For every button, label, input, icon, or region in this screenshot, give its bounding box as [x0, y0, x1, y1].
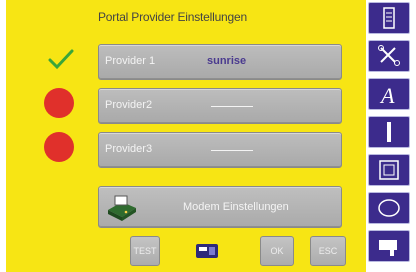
modem-icon [108, 195, 136, 221]
provider-3-button[interactable]: Provider3 [98, 132, 342, 168]
sidebar-item-scissors[interactable] [368, 40, 410, 72]
svg-text:A: A [379, 83, 395, 106]
ok-button[interactable]: OK [260, 236, 294, 266]
modem-settings-label: Modem Einstellungen [183, 201, 289, 213]
sidebar-item-file[interactable] [368, 2, 410, 34]
sidebar-item-text[interactable]: A [368, 78, 410, 110]
provider-2-value [211, 106, 253, 107]
stitch-icon [387, 122, 391, 142]
sidebar-item-frame[interactable] [368, 154, 410, 186]
esc-button[interactable]: ESC [310, 236, 346, 266]
oval-icon [378, 199, 400, 217]
provider-1-label: Provider 1 [105, 55, 156, 67]
sewing-machine-icon[interactable] [194, 240, 220, 262]
status-dot-provider-2 [44, 88, 74, 118]
flag-icon [379, 240, 397, 256]
check-icon [48, 49, 74, 70]
sidebar-item-stitch[interactable] [368, 116, 410, 148]
provider-3-value [211, 150, 253, 151]
screen: Portal Provider Einstellungen Provider 1… [6, 0, 366, 272]
letter-a-icon: A [379, 83, 395, 106]
test-button[interactable]: TEST [130, 236, 160, 266]
provider-3-label: Provider3 [105, 143, 153, 155]
provider-2-button[interactable]: Provider2 [98, 88, 342, 124]
sidebar-item-hoop[interactable] [368, 192, 410, 224]
modem-settings-button[interactable]: Modem Einstellungen [98, 186, 342, 228]
sidebar: A [366, 0, 416, 272]
sidebar-item-flag[interactable] [368, 230, 410, 262]
scissors-icon [378, 45, 400, 66]
status-dot-provider-3 [44, 132, 74, 162]
provider-2-label: Provider2 [105, 99, 153, 111]
page-title: Portal Provider Einstellungen [98, 10, 247, 24]
frame-icon [379, 160, 399, 180]
provider-1-button[interactable]: Provider 1 sunrise [98, 44, 342, 80]
provider-1-value: sunrise [207, 55, 247, 67]
file-icon [383, 7, 395, 29]
